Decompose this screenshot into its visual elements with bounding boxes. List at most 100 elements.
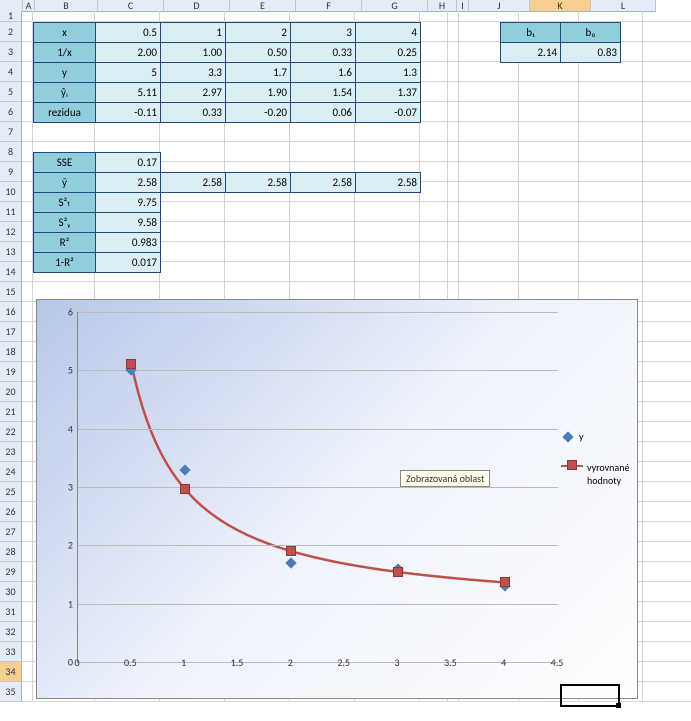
row-21[interactable]: 21 [0,402,22,422]
hdr-invx[interactable]: 1/x [34,43,96,63]
cell[interactable]: 0.33 [161,103,226,123]
hdr-resid[interactable]: rezidua [34,103,96,123]
data-table[interactable]: x 0.5 1 2 3 4 1/x 2.00 1.00 0.50 0.33 0.… [33,22,421,123]
row-10[interactable]: 10 [0,182,22,202]
row-4[interactable]: 4 [0,62,22,82]
stats-table[interactable]: SSE0.17 ȳ2.58 S²ₜ9.75 S²ᵧ9.58 R²0.983 1-… [33,152,161,273]
row-22[interactable]: 22 [0,422,22,442]
val-1mr2[interactable]: 0.017 [96,253,161,273]
row-headers[interactable]: 1234567891011121314151617181920212223242… [0,11,22,702]
row-5[interactable]: 5 [0,82,22,102]
row-14[interactable]: 14 [0,262,22,282]
data-point-fitted[interactable] [286,546,296,556]
cell[interactable]: -0.20 [226,103,291,123]
hdr-ybar[interactable]: ȳ [34,173,96,193]
hdr-b0[interactable]: b₀ [561,23,621,43]
row-11[interactable]: 11 [0,202,22,222]
val-b1[interactable]: 2.14 [501,43,561,63]
row-3[interactable]: 3 [0,42,22,62]
hdr-sse[interactable]: SSE [34,153,96,173]
row-15[interactable]: 15 [0,282,22,302]
row-28[interactable]: 28 [0,542,22,562]
cell[interactable]: 1.37 [356,83,421,103]
hdr-1mr2[interactable]: 1-R² [34,253,96,273]
column-headers[interactable]: A B C D E F G H I J K L [0,0,691,11]
row-1[interactable]: 1 [0,11,22,22]
cell[interactable]: 0.25 [356,43,421,63]
cell[interactable]: 2.58 [161,173,226,193]
hdr-y[interactable]: y [34,63,96,83]
row-16[interactable]: 16 [0,302,22,322]
row-19[interactable]: 19 [0,362,22,382]
cell[interactable]: 1.90 [226,83,291,103]
cell[interactable]: 0.33 [291,43,356,63]
cell[interactable]: 2.97 [161,83,226,103]
row-8[interactable]: 8 [0,142,22,162]
cell[interactable]: 2.58 [226,173,291,193]
cell[interactable]: -0.11 [96,103,161,123]
cell[interactable]: 1 [161,23,226,43]
val-r2[interactable]: 0.983 [96,233,161,253]
row-33[interactable]: 33 [0,642,22,662]
row-24[interactable]: 24 [0,462,22,482]
cell[interactable]: 2.58 [291,173,356,193]
ybar-extra[interactable]: 2.58 2.58 2.58 2.58 [160,172,421,193]
row-12[interactable]: 12 [0,222,22,242]
row-34[interactable]: 34 [0,662,22,682]
cell[interactable]: 2.00 [96,43,161,63]
cell[interactable]: 3 [291,23,356,43]
row-2[interactable]: 2 [0,22,22,42]
cell[interactable]: 1.6 [291,63,356,83]
row-7[interactable]: 7 [0,122,22,142]
row-13[interactable]: 13 [0,242,22,262]
hdr-sy2[interactable]: S²ᵧ [34,213,96,233]
val-sy2[interactable]: 9.58 [96,213,161,233]
hdr-b1[interactable]: b₁ [501,23,561,43]
row-9[interactable]: 9 [0,162,22,182]
row-20[interactable]: 20 [0,382,22,402]
row-6[interactable]: 6 [0,102,22,122]
legend-y[interactable]: y [561,430,631,443]
row-35[interactable]: 35 [0,682,22,702]
cell[interactable]: 0.50 [226,43,291,63]
cell[interactable]: 4 [356,23,421,43]
cell[interactable]: 1.00 [161,43,226,63]
data-point-fitted[interactable] [393,567,403,577]
row-27[interactable]: 27 [0,522,22,542]
hdr-r2[interactable]: R² [34,233,96,253]
cell[interactable]: 5.11 [96,83,161,103]
cell[interactable]: -0.07 [356,103,421,123]
data-point-fitted[interactable] [126,359,136,369]
val-b0[interactable]: 0.83 [561,43,621,63]
legend-fitted[interactable]: vyrovnanéhodnoty [561,461,631,487]
cell[interactable]: 3.3 [161,63,226,83]
row-18[interactable]: 18 [0,342,22,362]
chart-legend[interactable]: y vyrovnanéhodnoty [561,430,631,505]
cell[interactable]: 0.06 [291,103,356,123]
cell[interactable]: 0.5 [96,23,161,43]
val-st2[interactable]: 9.75 [96,193,161,213]
plot-area[interactable] [77,312,558,663]
row-29[interactable]: 29 [0,562,22,582]
row-17[interactable]: 17 [0,322,22,342]
cell[interactable]: 1.3 [356,63,421,83]
cell[interactable]: 2 [226,23,291,43]
cell[interactable]: 1.54 [291,83,356,103]
row-26[interactable]: 26 [0,502,22,522]
cell[interactable]: 2.58 [356,173,421,193]
embedded-chart[interactable]: 0123456 00.511.522.533.544.5 y vyrovnané… [36,299,638,699]
hdr-yhat[interactable]: ŷᵢ [34,83,96,103]
hdr-x[interactable]: x [34,23,96,43]
hdr-st2[interactable]: S²ₜ [34,193,96,213]
row-25[interactable]: 25 [0,482,22,502]
cell[interactable]: 1.7 [226,63,291,83]
row-31[interactable]: 31 [0,602,22,622]
row-30[interactable]: 30 [0,582,22,602]
val-sse[interactable]: 0.17 [96,153,161,173]
data-point-fitted[interactable] [180,484,190,494]
data-point-fitted[interactable] [500,577,510,587]
row-23[interactable]: 23 [0,442,22,462]
cell[interactable]: 5 [96,63,161,83]
row-32[interactable]: 32 [0,622,22,642]
val-ybar[interactable]: 2.58 [96,173,161,193]
